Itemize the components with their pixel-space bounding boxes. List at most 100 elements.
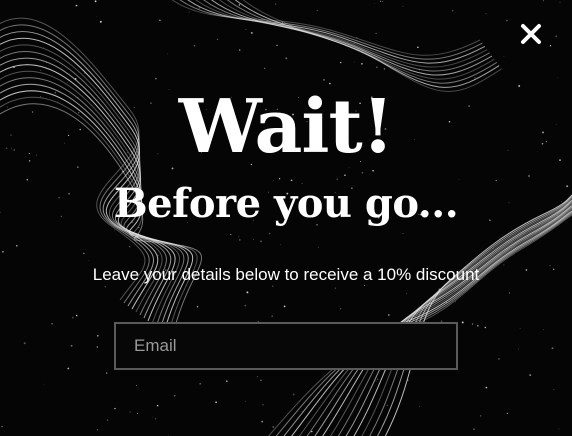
close-x-icon <box>521 24 541 44</box>
star-dot <box>471 323 474 325</box>
star-dot <box>94 0 97 3</box>
star-dot <box>260 240 262 243</box>
star-dot <box>373 3 375 4</box>
star-dot <box>99 20 102 23</box>
star-dot <box>23 342 26 345</box>
popup-headline: Wait! <box>178 84 394 170</box>
star-dot <box>317 246 319 248</box>
star-dot <box>417 46 419 49</box>
star-dot <box>107 419 109 421</box>
star-dot <box>260 379 262 382</box>
star-dot <box>452 10 454 12</box>
star-dot <box>43 383 45 385</box>
star-dot <box>553 389 555 390</box>
contour-line <box>234 0 500 88</box>
star-dot <box>167 53 168 55</box>
star-dot <box>477 325 479 327</box>
star-dot <box>551 347 554 350</box>
star-dot <box>173 395 176 397</box>
close-button[interactable] <box>517 20 545 48</box>
star-dot <box>503 55 505 57</box>
star-dot <box>135 384 138 387</box>
star-dot <box>157 254 159 256</box>
star-dot <box>316 9 318 12</box>
star-dot <box>67 367 70 370</box>
star-dot <box>285 57 288 60</box>
star-dot <box>301 410 303 412</box>
popup-subheadline: Before you go... <box>113 180 459 227</box>
star-dot <box>193 44 196 47</box>
contour-line <box>218 0 495 80</box>
star-dot <box>239 239 241 241</box>
star-dot <box>253 239 254 240</box>
star-dot <box>272 426 275 428</box>
star-dot <box>275 3 277 5</box>
star-dot <box>508 292 511 294</box>
star-dot <box>245 400 247 402</box>
star-dot <box>16 245 18 247</box>
star-dot <box>498 358 500 360</box>
star-dot <box>339 61 342 64</box>
star-dot <box>361 171 364 174</box>
star-dot <box>96 346 99 348</box>
star-dot <box>250 31 253 34</box>
star-dot <box>529 374 532 376</box>
star-dot <box>543 329 544 331</box>
star-dot <box>246 291 249 294</box>
star-dot <box>473 428 475 431</box>
star-dot <box>256 376 259 378</box>
star-dot <box>382 0 384 2</box>
contour-line <box>226 0 498 84</box>
star-dot <box>506 19 508 22</box>
star-dot <box>406 293 407 295</box>
star-dot <box>549 45 552 47</box>
star-dot <box>238 49 241 51</box>
email-input[interactable] <box>114 322 458 370</box>
star-dot <box>230 233 232 236</box>
star-dot <box>70 344 73 347</box>
contour-line <box>242 0 502 93</box>
star-dot <box>485 13 487 14</box>
contour-line <box>322 204 572 436</box>
star-dot <box>238 235 239 237</box>
star-dot <box>557 77 558 78</box>
star-dot <box>188 11 190 13</box>
star-dot <box>152 416 153 418</box>
star-dot <box>216 38 219 41</box>
star-dot <box>375 32 377 35</box>
star-dot <box>268 232 271 235</box>
star-dot <box>283 305 286 308</box>
star-dot <box>402 233 404 235</box>
star-dot <box>198 7 200 9</box>
star-dot <box>484 326 486 329</box>
star-dot <box>262 403 264 406</box>
star-dot <box>323 79 325 81</box>
contour-line <box>283 211 572 436</box>
star-dot <box>106 372 108 374</box>
star-dot <box>196 306 199 308</box>
contour-line <box>187 0 486 64</box>
contour-line <box>179 0 483 60</box>
star-dot <box>1 425 3 428</box>
star-dot <box>71 316 74 319</box>
star-dot <box>559 1 561 3</box>
star-dot <box>39 70 41 71</box>
star-dot <box>454 301 456 303</box>
star-dot <box>114 407 116 410</box>
star-dot <box>354 61 355 63</box>
star-dot <box>280 244 281 245</box>
star-dot <box>88 260 90 262</box>
star-dot <box>506 412 508 414</box>
star-dot <box>244 304 247 307</box>
star-dot <box>311 430 313 433</box>
star-dot <box>245 28 247 30</box>
star-dot <box>518 348 519 350</box>
star-dot <box>96 15 97 17</box>
star-dot <box>261 420 264 423</box>
star-dot <box>155 77 157 80</box>
star-dot <box>104 286 106 288</box>
star-dot <box>379 0 382 2</box>
star-dot <box>485 386 488 389</box>
star-dot <box>360 62 363 65</box>
star-dot <box>334 287 337 289</box>
